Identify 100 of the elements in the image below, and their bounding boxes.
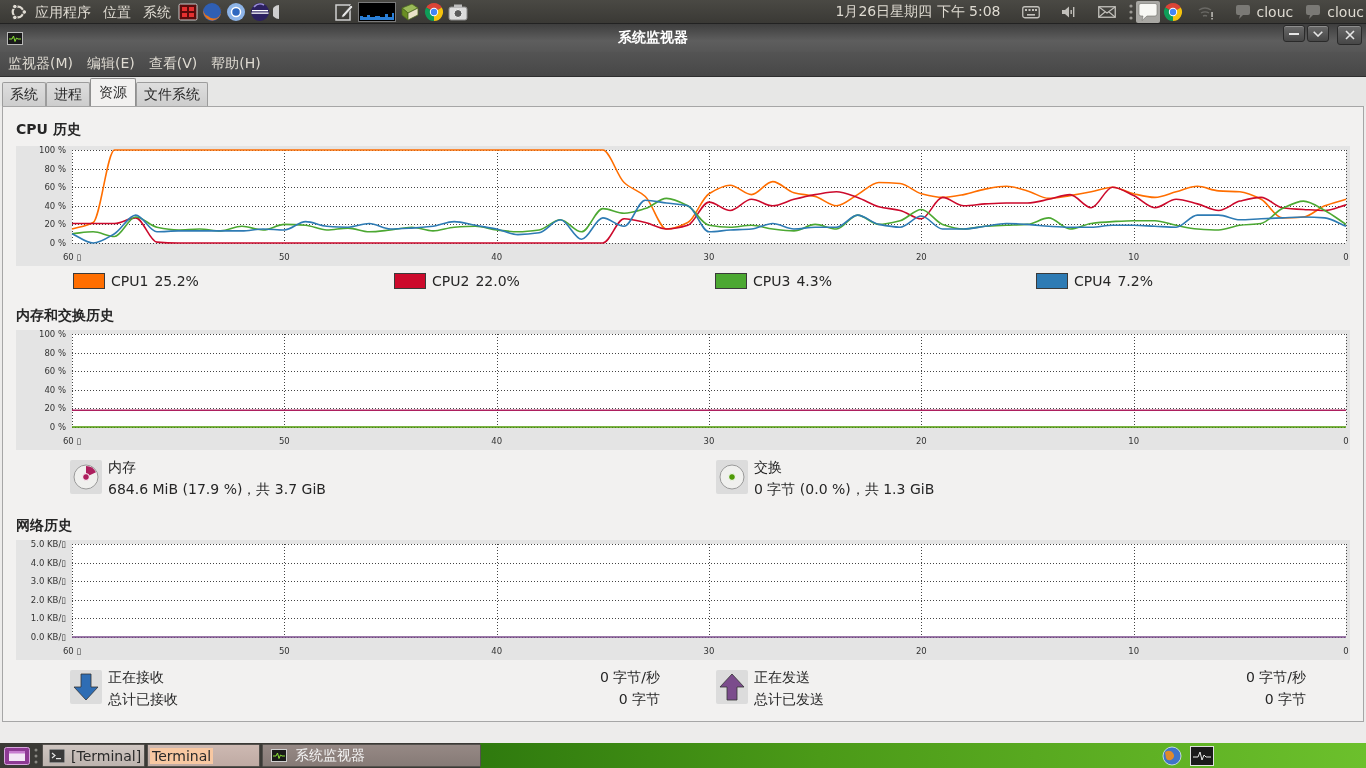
globe-icon[interactable] bbox=[202, 1, 222, 22]
keyboard-icon[interactable] bbox=[1021, 4, 1040, 19]
activity-graph-icon[interactable] bbox=[358, 1, 396, 22]
ring-icon[interactable] bbox=[226, 1, 246, 22]
usage-detail: 0 字节 (0.0 %)，共 1.3 GiB bbox=[754, 480, 935, 499]
axis-tick-label: 20 % bbox=[44, 403, 66, 414]
axis-tick-label: 0 bbox=[1343, 646, 1349, 656]
axis-tick-label: 100 % bbox=[39, 330, 66, 339]
axis-tick-label: 60 ▯ bbox=[62, 252, 82, 262]
close-button[interactable] bbox=[1337, 25, 1362, 45]
axis-tick-label: 0.0 KB/▯ bbox=[30, 632, 66, 642]
book-icon[interactable] bbox=[400, 1, 420, 22]
minimize-icon bbox=[1289, 32, 1299, 35]
legend-label: 交换 bbox=[754, 458, 783, 477]
drag-handle-icon[interactable] bbox=[34, 747, 38, 764]
note-pencil-icon[interactable] bbox=[334, 1, 354, 22]
axis-tick-label: 1.0 KB/▯ bbox=[30, 613, 66, 624]
logo-icon[interactable] bbox=[9, 2, 27, 21]
legend-label: 正在发送 bbox=[754, 668, 811, 687]
close-icon bbox=[1344, 30, 1355, 40]
segmented-circle-icon[interactable] bbox=[424, 1, 444, 22]
speech-bubble-icon[interactable] bbox=[1305, 3, 1322, 20]
axis-tick-label: 20 bbox=[915, 252, 927, 262]
axis-tick-label: 20 % bbox=[44, 219, 66, 230]
window-title: 系统监视器 bbox=[617, 29, 689, 47]
axis-tick-label: 0 bbox=[1343, 436, 1349, 446]
grid-app-icon[interactable] bbox=[178, 1, 198, 22]
axis-tick-label: 2.0 KB/▯ bbox=[30, 594, 66, 605]
speech-bubble-icon[interactable] bbox=[1234, 3, 1251, 20]
axis-tick-label: 80 % bbox=[44, 347, 66, 358]
color-swatch-icon[interactable] bbox=[1036, 273, 1068, 289]
legend-label: CPU1 bbox=[111, 272, 149, 291]
pie-chart-icon[interactable] bbox=[70, 460, 102, 494]
pulse-screen-icon[interactable] bbox=[1190, 745, 1214, 766]
segmented-circle-icon[interactable] bbox=[1162, 1, 1183, 22]
axis-tick-label: 0 % bbox=[49, 422, 66, 432]
axis-tick-label: 60 ▯ bbox=[62, 436, 82, 446]
chevron-down-icon bbox=[1313, 30, 1323, 37]
section-heading: 网络历史 bbox=[16, 516, 73, 534]
tab[interactable]: 进程 bbox=[46, 82, 90, 106]
axis-tick-label: 50 bbox=[278, 436, 290, 446]
legend-label: 内存 bbox=[108, 458, 137, 477]
axis-tick-label: 80 % bbox=[44, 163, 66, 174]
axis-tick-label: 10 bbox=[1128, 252, 1140, 262]
desktop-icon[interactable] bbox=[4, 745, 30, 766]
menu-item[interactable]: 查看(V) bbox=[141, 55, 205, 73]
total-amount: 0 字节 bbox=[1263, 690, 1306, 709]
axis-tick-label: 5.0 KB/▯ bbox=[30, 540, 66, 549]
legend-label: CPU4 bbox=[1074, 272, 1112, 291]
task-button[interactable]: 系统监视器 bbox=[262, 744, 481, 767]
axis-tick-label: 40 bbox=[491, 436, 503, 446]
panel-menu[interactable]: 位置 bbox=[103, 1, 131, 22]
chat-account[interactable]: clouc bbox=[1256, 3, 1294, 20]
drag-handle-icon[interactable] bbox=[1128, 3, 1133, 20]
axis-tick-label: 100 % bbox=[39, 146, 66, 155]
axis-tick-label: 60 % bbox=[44, 366, 66, 377]
usage-percent: 25.2% bbox=[154, 272, 199, 291]
globe-icon[interactable] bbox=[1162, 745, 1182, 766]
tab[interactable]: 资源 bbox=[90, 78, 136, 106]
striped-sphere-icon[interactable] bbox=[250, 1, 270, 22]
color-swatch-icon[interactable] bbox=[394, 273, 426, 289]
task-button[interactable]: [Terminal] bbox=[42, 744, 145, 767]
total-amount: 0 字节 bbox=[617, 690, 660, 709]
menu-item[interactable]: 监视器(M) bbox=[1, 55, 80, 73]
legend-label: CPU3 bbox=[753, 272, 791, 291]
volume-icon[interactable] bbox=[1060, 4, 1075, 19]
axis-tick-label: 60 ▯ bbox=[62, 646, 82, 656]
axis-tick-label: 0 % bbox=[49, 238, 66, 248]
axis-tick-label: 40 bbox=[491, 646, 503, 656]
axis-tick-label: 40 % bbox=[44, 200, 66, 211]
tab[interactable]: 系统 bbox=[2, 82, 46, 106]
chat-account[interactable]: clouc bbox=[1327, 3, 1364, 20]
usage-percent: 7.2% bbox=[1117, 272, 1153, 291]
axis-tick-label: 20 bbox=[915, 646, 927, 656]
usage-percent: 22.0% bbox=[475, 272, 520, 291]
axis-tick-label: 50 bbox=[278, 646, 290, 656]
axis-tick-label: 0 bbox=[1343, 252, 1349, 262]
tab[interactable]: 文件系统 bbox=[136, 82, 208, 106]
panel-menu[interactable]: 系统 bbox=[143, 1, 171, 22]
axis-tick-label: 60 % bbox=[44, 182, 66, 193]
panel-menu[interactable]: 应用程序 bbox=[35, 1, 91, 22]
section-heading: CPU 历史 bbox=[16, 120, 82, 138]
mail-icon[interactable] bbox=[1097, 4, 1116, 19]
chat-bubble-icon[interactable] bbox=[1135, 0, 1160, 23]
down-arrow-icon[interactable] bbox=[70, 670, 102, 704]
menu-item[interactable]: 帮助(H) bbox=[204, 55, 268, 73]
color-swatch-icon[interactable] bbox=[715, 273, 747, 289]
legend-label: CPU2 bbox=[432, 272, 470, 291]
axis-tick-label: 30 bbox=[703, 646, 715, 656]
maximize-button[interactable] bbox=[1307, 25, 1329, 42]
up-arrow-icon[interactable] bbox=[716, 670, 748, 704]
axis-tick-label: 20 bbox=[915, 436, 927, 446]
color-swatch-icon[interactable] bbox=[73, 273, 105, 289]
clock[interactable]: 1月26日星期四 下午 5:08 bbox=[835, 2, 1001, 21]
minimize-button[interactable] bbox=[1283, 25, 1305, 42]
terminal-icon bbox=[49, 748, 65, 763]
task-button[interactable]: Terminal bbox=[147, 744, 260, 767]
axis-tick-label: 30 bbox=[703, 252, 715, 262]
menu-item[interactable]: 编辑(E) bbox=[80, 55, 142, 73]
legend-label: 正在接收 bbox=[108, 668, 165, 687]
